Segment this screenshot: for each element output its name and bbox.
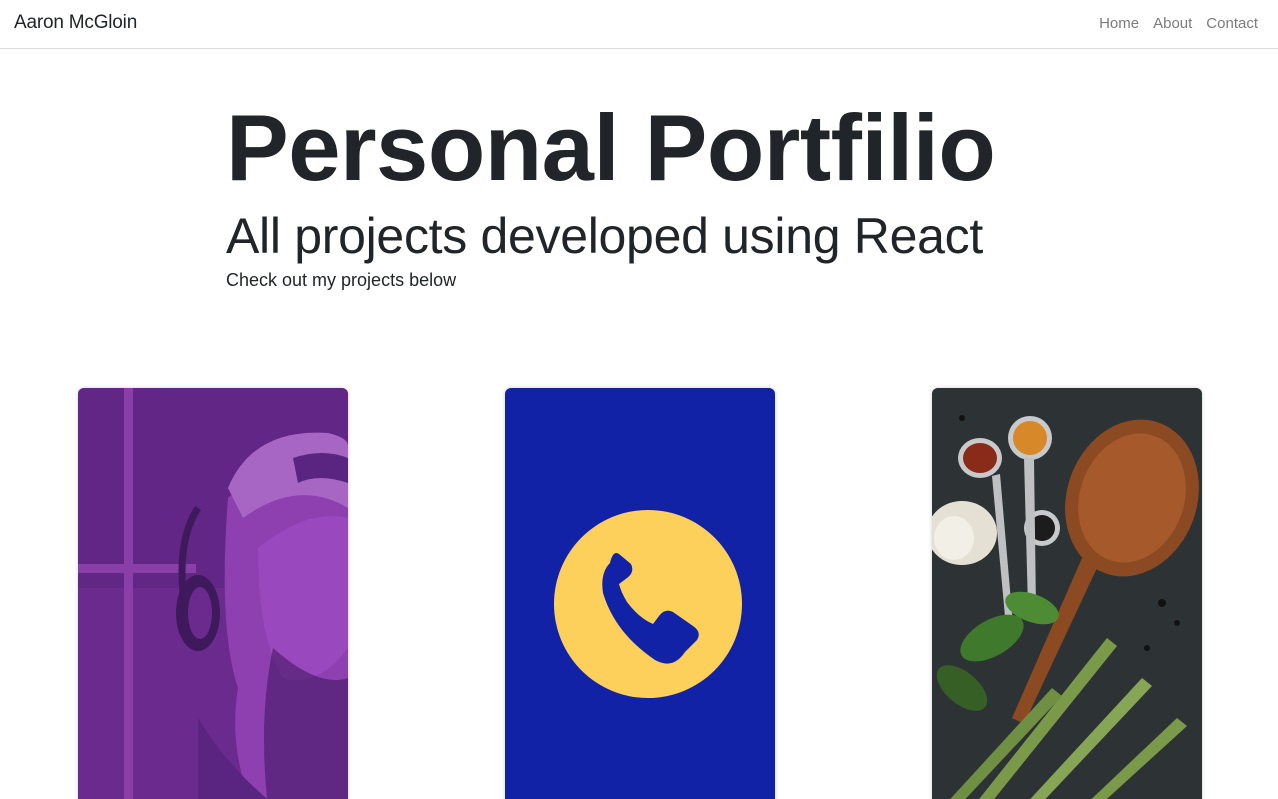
navbar: Aaron McGloin Home About Contact [0,0,1278,49]
project-card-portrait[interactable] [78,388,348,799]
project-card-phone[interactable] [505,388,775,799]
nav-link-home[interactable]: Home [1099,15,1139,32]
nav-links: Home About Contact [1099,15,1258,32]
page-title: Personal Portfilio [226,95,996,200]
project-card-food[interactable] [932,388,1202,799]
navbar-brand[interactable]: Aaron McGloin [14,12,137,34]
hero-lead-text: Check out my projects below [226,270,457,290]
phone-icon [505,388,775,799]
page-subtitle: All projects developed using React [226,208,983,264]
portrait-image [78,388,348,799]
spices-image [932,388,1202,799]
nav-link-about[interactable]: About [1153,15,1192,32]
hero-jumbotron: Personal Portfilio All projects develope… [226,96,1126,292]
nav-link-contact[interactable]: Contact [1206,15,1258,32]
